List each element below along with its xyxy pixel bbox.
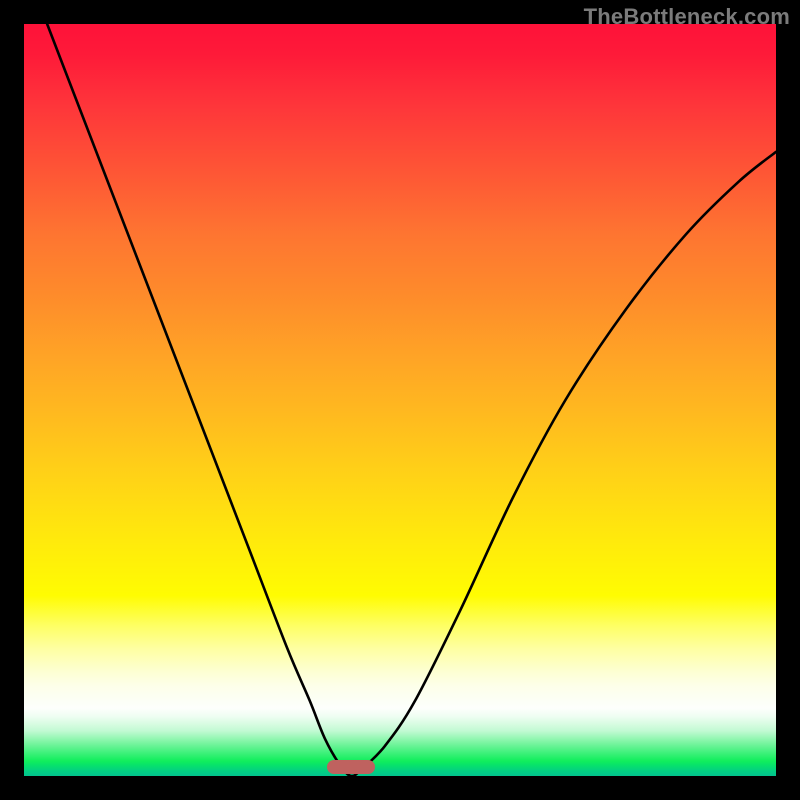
curve-svg xyxy=(24,24,776,776)
attribution-label: TheBottleneck.com xyxy=(584,4,790,30)
optimum-marker xyxy=(327,760,375,774)
chart-frame: TheBottleneck.com xyxy=(0,0,800,800)
plot-area xyxy=(24,24,776,776)
bottleneck-curve xyxy=(24,24,776,776)
